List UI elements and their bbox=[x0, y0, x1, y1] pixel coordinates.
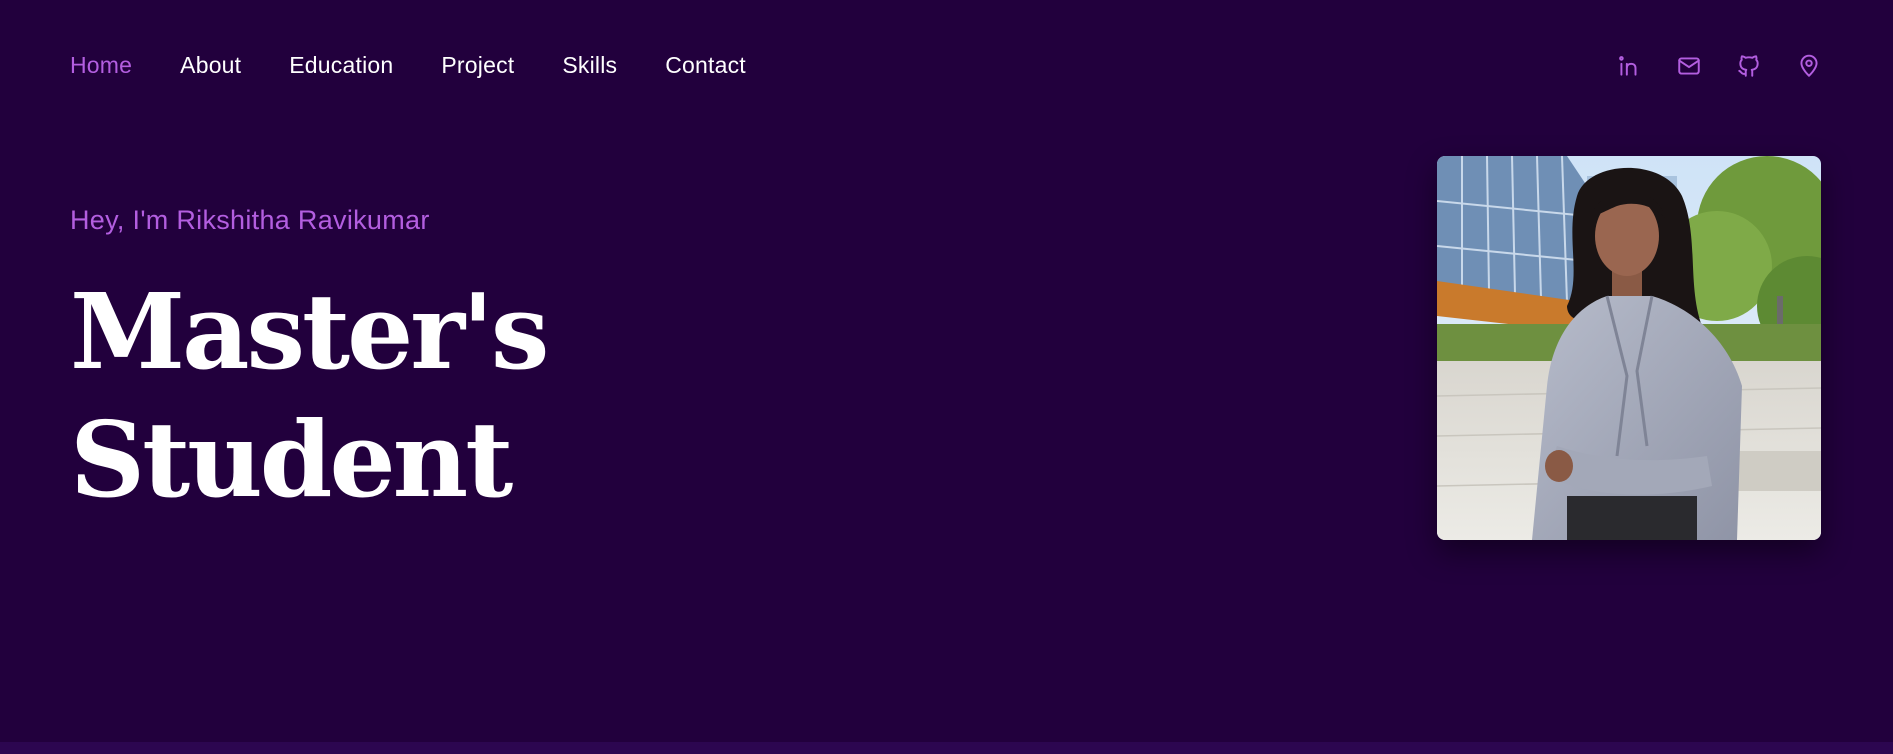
nav-education-link[interactable]: Education bbox=[289, 52, 393, 79]
main-nav: Home About Education Project Skills Cont… bbox=[70, 52, 746, 79]
nav-skills-link[interactable]: Skills bbox=[562, 52, 617, 79]
social-links bbox=[1615, 52, 1823, 80]
mail-icon[interactable] bbox=[1675, 52, 1703, 80]
hero-headline: Master's Student bbox=[70, 268, 549, 524]
headline-line-2: Student bbox=[70, 398, 513, 521]
section-divider bbox=[0, 742, 1893, 754]
profile-photo bbox=[1437, 156, 1821, 540]
location-icon[interactable] bbox=[1795, 52, 1823, 80]
linkedin-icon[interactable] bbox=[1615, 52, 1643, 80]
hero-greeting: Hey, I'm Rikshitha Ravikumar bbox=[70, 205, 430, 235]
headline-line-1: Master's bbox=[70, 270, 549, 393]
nav-about-link[interactable]: About bbox=[180, 52, 241, 79]
nav-home-link[interactable]: Home bbox=[70, 52, 132, 79]
nav-project-link[interactable]: Project bbox=[441, 52, 514, 79]
github-icon[interactable] bbox=[1735, 52, 1763, 80]
nav-contact-link[interactable]: Contact bbox=[665, 52, 746, 79]
portfolio-page: Home About Education Project Skills Cont… bbox=[0, 0, 1893, 754]
